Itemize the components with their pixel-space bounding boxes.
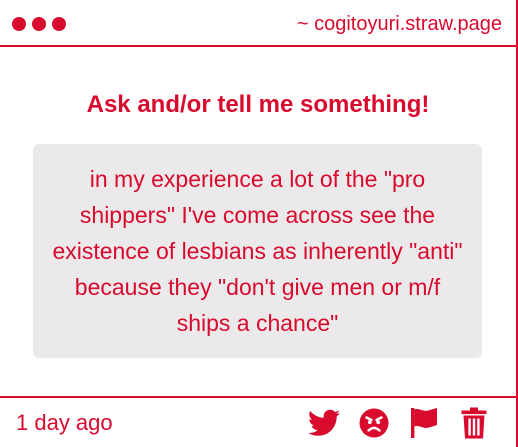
timestamp: 1 day ago [16,410,113,435]
angry-face-icon [359,408,389,438]
page-title: Ask and/or tell me something! [86,91,430,118]
window-titlebar: ~ cogitoyuri.straw.page [0,0,516,47]
window-controls [12,17,66,31]
react-angry-button[interactable] [358,407,390,439]
report-button[interactable] [408,407,440,439]
twitter-icon [308,409,340,436]
delete-button[interactable] [458,407,490,439]
window-dot-icon [52,17,66,31]
site-url[interactable]: ~ cogitoyuri.straw.page [297,12,502,36]
message-text: in my experience a lot of the "pro shipp… [52,166,463,336]
card-footer: 1 day ago [0,396,516,447]
flag-icon [411,408,437,438]
share-twitter-button[interactable] [308,407,340,439]
trash-icon [461,407,487,439]
action-bar [308,407,490,439]
message-card: ~ cogitoyuri.straw.page Ask and/or tell … [0,0,518,447]
message-bubble: in my experience a lot of the "pro shipp… [33,144,482,358]
window-dot-icon [12,17,26,31]
window-dot-icon [32,17,46,31]
